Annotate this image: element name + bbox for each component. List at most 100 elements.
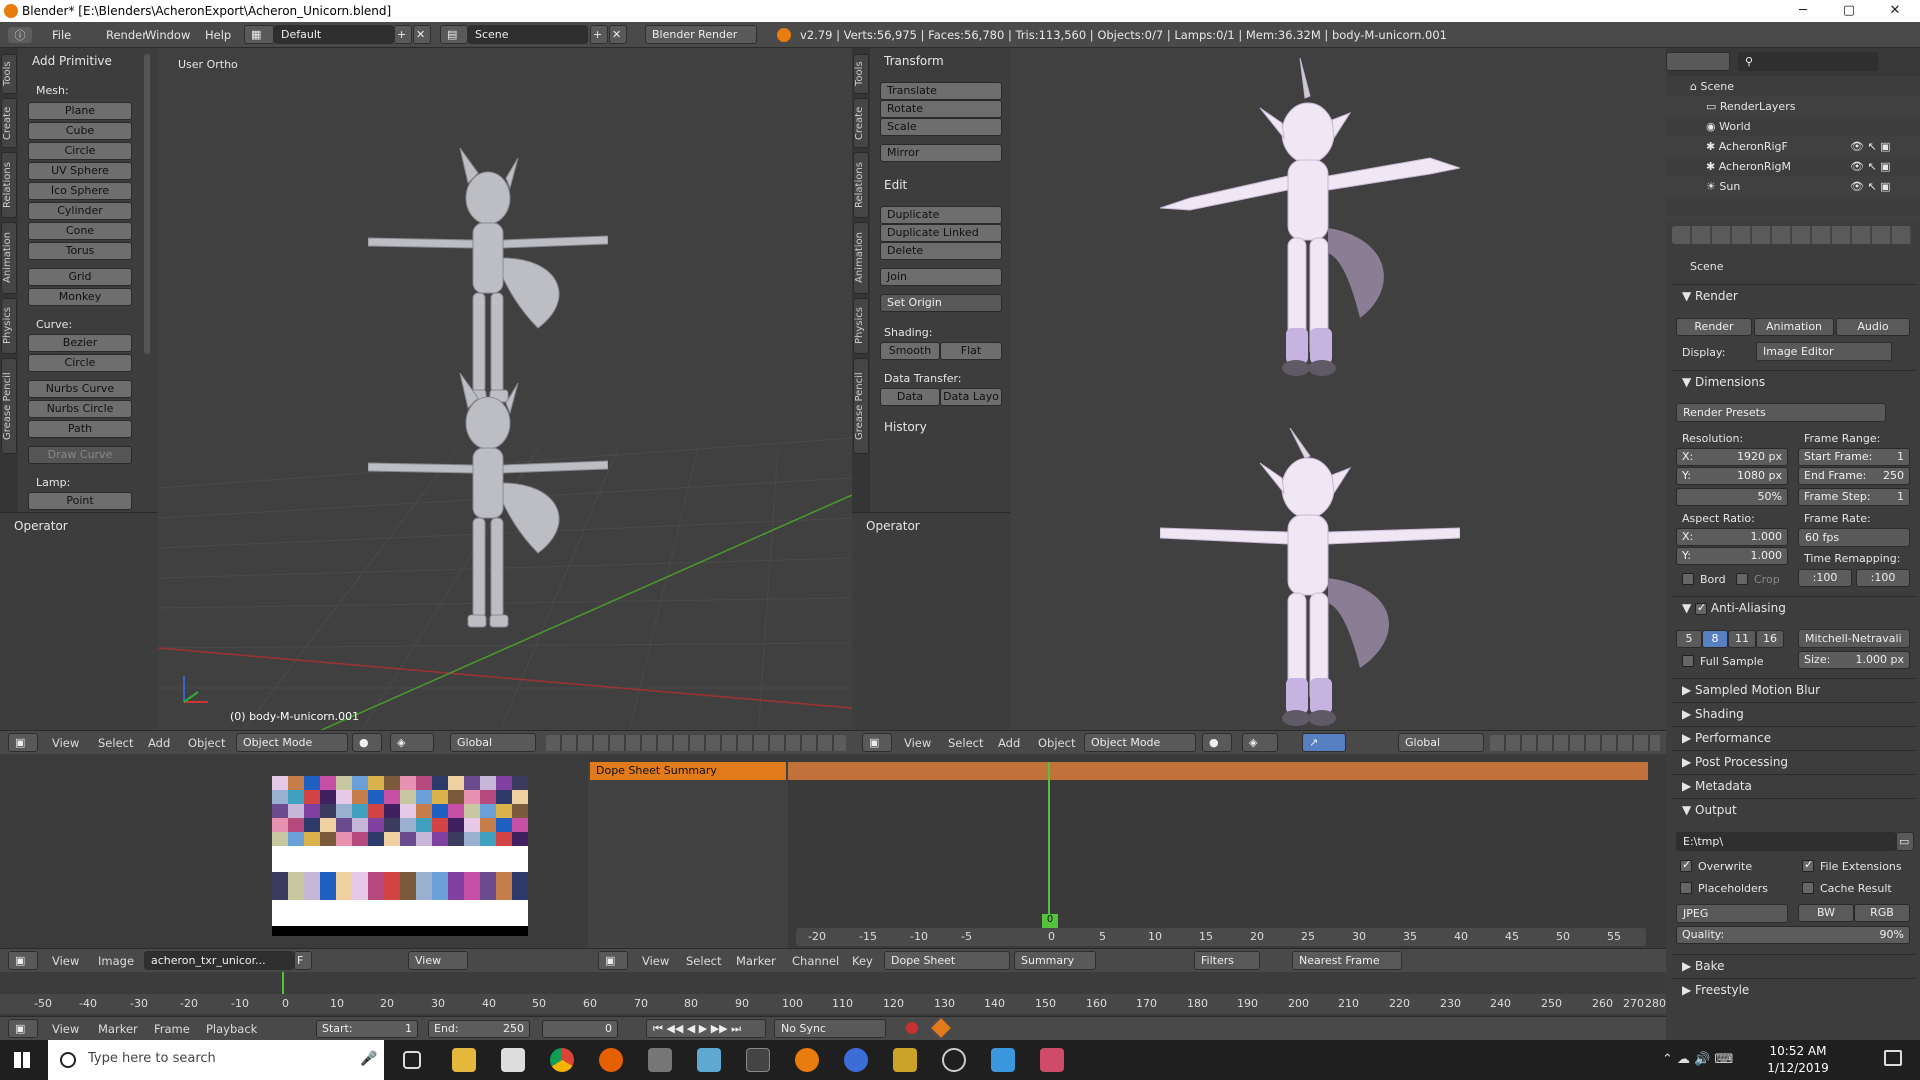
word-app-icon[interactable]	[844, 1048, 868, 1072]
bw-button[interactable]: BW	[1798, 904, 1854, 922]
image-view-dropdown[interactable]: View	[408, 951, 468, 970]
menu-select[interactable]: Select	[98, 736, 133, 750]
menu-select-2[interactable]: Select	[948, 736, 983, 750]
pivot-icon-2[interactable]: ◈	[1242, 733, 1278, 752]
add-plane-button[interactable]: Plane	[28, 102, 132, 120]
character-render-top[interactable]	[1160, 58, 1460, 418]
add-torus-button[interactable]: Torus	[28, 242, 132, 260]
operator-header[interactable]: Operator	[14, 519, 68, 533]
firefox-icon[interactable]	[599, 1048, 623, 1072]
playback-controls[interactable]: ⏮ ◀◀ ◀ ▶ ▶▶ ⏭	[646, 1019, 766, 1038]
shading-mode-icon-2[interactable]: ●	[1202, 733, 1232, 752]
start-frame-timeline-field[interactable]: Start: 1	[316, 1020, 418, 1038]
rgb-button[interactable]: RGB	[1854, 904, 1910, 922]
current-frame-field[interactable]: 0	[542, 1020, 618, 1038]
steam-icon[interactable]	[942, 1048, 966, 1072]
join-button[interactable]: Join	[880, 268, 1002, 286]
tab-tools-2[interactable]: Tools	[853, 54, 869, 94]
set-origin-dropdown[interactable]: Set Origin	[880, 294, 1002, 312]
freestyle-section-header[interactable]: ▶ Freestyle	[1672, 978, 1916, 1000]
record-icon[interactable]	[906, 1022, 918, 1034]
taskbar-search-box[interactable]: Type here to search 🎤	[48, 1040, 384, 1080]
dimensions-section-header[interactable]: ▼ Dimensions	[1672, 370, 1916, 392]
tab-animation-2[interactable]: Animation	[853, 222, 869, 294]
tab-tools[interactable]: Tools	[1, 54, 17, 94]
outliner-item-renderlayers[interactable]: ▭ RenderLayers	[1706, 100, 1795, 113]
add-nurbs-curve-button[interactable]: Nurbs Curve	[28, 380, 132, 398]
outliner-search-icon[interactable]: ⚲	[1738, 52, 1878, 71]
character-render-bottom[interactable]	[1160, 428, 1460, 736]
transform-orientation-dropdown[interactable]: Global	[450, 733, 536, 752]
microphone-icon[interactable]: 🎤	[360, 1051, 377, 1067]
translate-button[interactable]: Translate	[880, 82, 1002, 100]
add-grid-button[interactable]: Grid	[28, 268, 132, 286]
frame-step-field[interactable]: Frame Step: 1	[1798, 488, 1910, 506]
task-view-icon[interactable]	[403, 1051, 421, 1069]
post-processing-section-header[interactable]: ▶ Post Processing	[1672, 750, 1916, 772]
delete-button[interactable]: Delete	[880, 242, 1002, 260]
display-dropdown[interactable]: Image Editor	[1756, 342, 1892, 361]
menu-render[interactable]: Render	[106, 28, 147, 42]
blender-taskbar-icon[interactable]	[795, 1048, 819, 1072]
frame-ruler[interactable]: -20 -15 -10 -5 0 5 10 15 20 25 30 35 40 …	[796, 928, 1646, 946]
render-button[interactable]: Render	[1676, 318, 1752, 336]
editor-type-icon-4[interactable]: ▣	[598, 951, 628, 970]
pivot-icon[interactable]: ◈	[390, 733, 434, 752]
mirror-button[interactable]: Mirror	[880, 144, 1002, 162]
remove-layout-button[interactable]: ✕	[413, 25, 431, 44]
add-scene-button[interactable]: +	[590, 25, 608, 44]
render-engine-selector[interactable]: Blender Render	[645, 25, 757, 44]
bake-section-header[interactable]: ▶ Bake	[1672, 954, 1916, 976]
frame-rate-dropdown[interactable]: 60 fps	[1798, 528, 1910, 547]
add-monkey-button[interactable]: Monkey	[28, 288, 132, 306]
overwrite-checkbox[interactable]	[1680, 858, 1692, 872]
mail-icon[interactable]	[501, 1048, 525, 1072]
outliner-display-mode[interactable]	[1666, 52, 1730, 71]
left-3d-viewport[interactable]: User Ortho (0) body-M-unicorn.001	[158, 48, 852, 736]
add-uv-sphere-button[interactable]: UV Sphere	[28, 162, 132, 180]
tab-physics-2[interactable]: Physics	[853, 298, 869, 354]
manipulator-icon[interactable]: ↗	[1302, 733, 1346, 752]
tab-relations-2[interactable]: Relations	[853, 152, 869, 218]
performance-section-header[interactable]: ▶ Performance	[1672, 726, 1916, 748]
add-cylinder-button[interactable]: Cylinder	[28, 202, 132, 220]
tl-menu-playback[interactable]: Playback	[206, 1022, 257, 1036]
dope-sheet-summary-channel[interactable]: Dope Sheet Summary	[590, 762, 786, 780]
windows-start-icon[interactable]	[14, 1052, 30, 1068]
add-nurbs-circle-button[interactable]: Nurbs Circle	[28, 400, 132, 418]
remap-old-field[interactable]: :100	[1798, 569, 1852, 587]
timeline[interactable]: -50 -40 -30 -20 -10 0 10 20 30 40 50 60 …	[0, 972, 1666, 1016]
border-checkbox[interactable]	[1682, 573, 1694, 585]
outliner-item-scene[interactable]: ⌂ Scene	[1690, 80, 1734, 93]
snap-mode-dropdown[interactable]: Nearest Frame	[1292, 951, 1402, 970]
tab-create-2[interactable]: Create	[853, 98, 869, 148]
tab-grease-pencil[interactable]: Grease Pencil	[1, 358, 17, 454]
remove-scene-button[interactable]: ✕	[609, 25, 627, 44]
layout-icon[interactable]: ▦	[244, 25, 274, 44]
add-ico-sphere-button[interactable]: Ico Sphere	[28, 182, 132, 200]
edit-header[interactable]: Edit	[884, 178, 907, 192]
duplicate-button[interactable]: Duplicate	[880, 206, 1002, 224]
filters-button[interactable]: Filters	[1194, 951, 1260, 970]
metadata-section-header[interactable]: ▶ Metadata	[1672, 774, 1916, 796]
image-menu-view[interactable]: View	[52, 954, 79, 968]
scale-button[interactable]: Scale	[880, 118, 1002, 136]
render-section-header[interactable]: ▼ Render	[1672, 284, 1916, 306]
notification-icon[interactable]	[1884, 1050, 1902, 1066]
tab-relations[interactable]: Relations	[1, 152, 17, 218]
draw-curve-button[interactable]: Draw Curve	[28, 446, 132, 464]
aa-8-button[interactable]: 8	[1702, 630, 1728, 648]
output-section-header[interactable]: ▼ Output	[1672, 798, 1916, 820]
full-sample-checkbox[interactable]	[1682, 655, 1694, 667]
rotate-button[interactable]: Rotate	[880, 100, 1002, 118]
transform-orientation-dropdown-2[interactable]: Global	[1398, 733, 1484, 752]
visibility-eye-icon[interactable]: 👁 ↖ ▣	[1850, 140, 1891, 153]
file-extensions-checkbox[interactable]	[1802, 858, 1814, 872]
end-frame-timeline-field[interactable]: End: 250	[428, 1020, 530, 1038]
folder-icon[interactable]: ▭	[1896, 832, 1914, 851]
editor-type-icon[interactable]: ▣	[8, 733, 38, 752]
filter-size-field[interactable]: Size: 1.000 px	[1798, 651, 1910, 669]
render-presets-dropdown[interactable]: Render Presets	[1676, 403, 1886, 422]
end-frame-field[interactable]: End Frame: 250	[1798, 467, 1910, 485]
image-editor[interactable]	[0, 754, 588, 948]
